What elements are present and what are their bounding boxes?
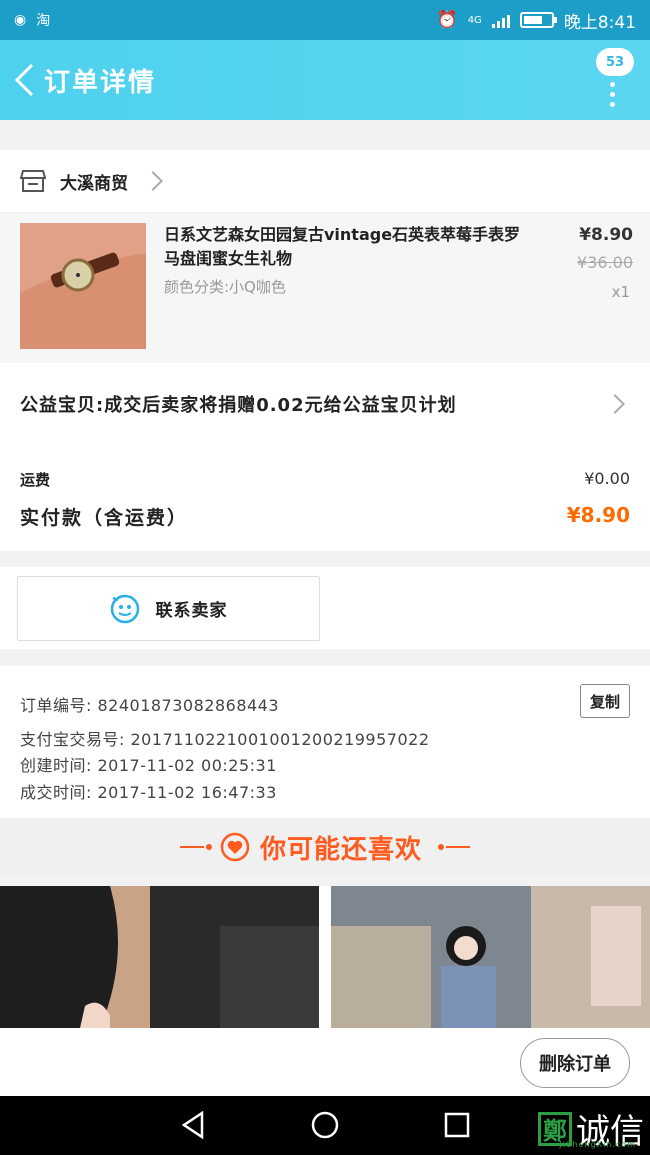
alarm-icon: ⏰ (436, 10, 458, 30)
recommended-product-image[interactable] (331, 886, 650, 1028)
contact-seller-label: 联系卖家 (155, 601, 228, 621)
product-sku: 颜色分类:小Q咖色 (164, 278, 286, 296)
delete-order-button[interactable]: 删除订单 (520, 1038, 630, 1088)
message-count-badge[interactable]: 53 (596, 48, 634, 76)
signal-icon (491, 12, 510, 28)
nav-home-icon[interactable] (310, 1110, 340, 1140)
network-type: 4G (467, 14, 482, 26)
back-arrow-icon[interactable] (4, 50, 44, 110)
shipping-label: 运费 (20, 471, 51, 489)
nav-back-icon[interactable] (178, 1110, 208, 1140)
battery-icon (519, 12, 557, 28)
heart-icon (220, 832, 250, 862)
shipping-value: ¥0.00 (584, 469, 630, 488)
watermark-subtext: JiChengXin.com (559, 1140, 636, 1149)
status-time: 晚上8:41 (563, 12, 636, 33)
page-title: 订单详情 (44, 67, 157, 98)
alipay-transaction-number: 支付宝交易号: 2017110221001001200219957022 (20, 730, 430, 749)
contact-seller-button[interactable]: 联系卖家 (17, 576, 320, 641)
paid-label: 实付款（含运费） (20, 507, 189, 529)
divider-line (179, 846, 204, 848)
store-icon (20, 170, 46, 192)
copy-button[interactable]: 复制 (580, 684, 630, 718)
status-bar: ◉ 淘 ⏰ 4G 晚上8:41 (0, 0, 650, 40)
product-quantity: x1 (611, 283, 630, 301)
contact-section: 联系卖家 (0, 567, 650, 649)
paid-value: ¥8.90 (566, 503, 630, 527)
completed-time: 成交时间: 2017-11-02 16:47:33 (20, 783, 277, 802)
order-number: 订单编号: 82401873082868443 (20, 696, 280, 715)
divider-dot (205, 844, 212, 850)
created-time: 创建时间: 2017-11-02 00:25:31 (20, 756, 277, 775)
order-info: 订单编号: 82401873082868443 支付宝交易号: 20171102… (0, 666, 650, 818)
recommended-product-image[interactable] (0, 886, 319, 1028)
shop-row[interactable]: 大溪商贸 (0, 150, 650, 212)
recommend-header: 你可能还喜欢 (0, 818, 650, 876)
recommend-title: 你可能还喜欢 (259, 834, 422, 865)
product-item[interactable]: 日系文艺森女田园复古vintage石英表萃莓手表罗马盘闺蜜女生礼物 颜色分类:小… (0, 213, 650, 363)
bottom-action-bar: 删除订单 (0, 1028, 650, 1096)
charity-row[interactable]: 公益宝贝:成交后卖家将捐赠0.02元给公益宝贝计划 (0, 363, 650, 445)
shop-name: 大溪商贸 (60, 173, 128, 194)
product-original-price: ¥36.00 (577, 253, 633, 272)
nav-recents-icon[interactable] (442, 1110, 472, 1140)
product-title[interactable]: 日系文艺森女田园复古vintage石英表萃莓手表罗马盘闺蜜女生礼物 (164, 223, 534, 271)
product-price: ¥8.90 (579, 225, 633, 245)
taobao-notification-icon: 淘 (36, 13, 51, 29)
divider-line (446, 846, 470, 848)
more-menu-icon[interactable] (610, 82, 616, 107)
recommend-grid (0, 886, 650, 1028)
charity-text: 公益宝贝:成交后卖家将捐赠0.02元给公益宝贝计划 (20, 395, 457, 416)
notification-dot-icon: ◉ (14, 12, 27, 28)
product-image[interactable] (20, 223, 146, 349)
chevron-right-icon (143, 171, 163, 191)
chevron-right-icon (605, 394, 625, 414)
app-header: 订单详情 53 (0, 40, 650, 120)
chat-smile-icon (110, 594, 139, 623)
fee-summary: 运费 ¥0.00 实付款（含运费） ¥8.90 (0, 445, 650, 551)
divider-dot (438, 844, 444, 850)
system-nav-bar: 鄭 诚信 JiChengXin.com (0, 1096, 650, 1155)
